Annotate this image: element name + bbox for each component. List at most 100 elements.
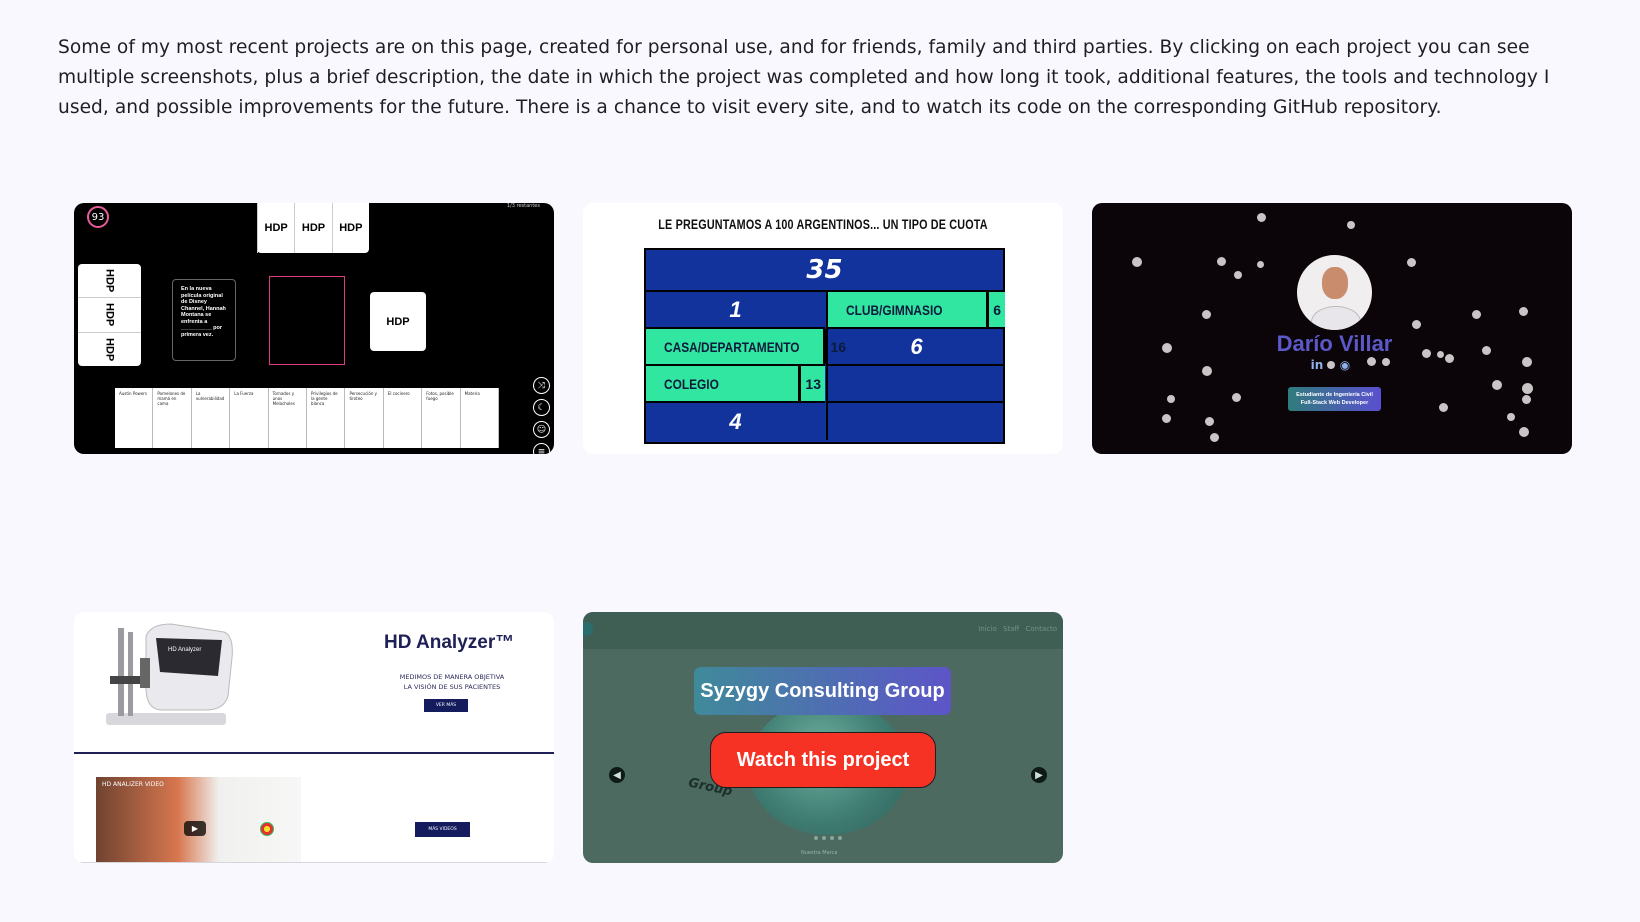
white-card: Pomelones de mamá en cama [153,388,192,448]
github-icon[interactable]: ◉ [1338,358,1352,372]
hdp-card: HDP [103,269,116,293]
white-card: Persecución y tiroteo [345,388,384,448]
play-icon[interactable]: ▶ [184,821,206,836]
hdp-card: HDP [78,297,141,331]
carousel-dot[interactable] [822,836,826,840]
white-card: Tornados y unos Melacholes [269,388,308,448]
carousel-dot[interactable] [830,836,834,840]
particle-dot [1522,395,1531,404]
particle-dot [1519,307,1528,316]
particle-dot [1407,258,1416,267]
video-thumbnail[interactable]: HD ANALIZER VIDEO ▶ [96,777,301,863]
role-badge: Estudiante de Ingeniería Civil Full-Stac… [1288,387,1381,411]
see-more-button[interactable]: VER MÁS [424,699,468,712]
board-cell: 6 [826,329,1005,366]
particle-dot [1347,221,1355,229]
answer-label: COLEGIO [664,375,719,392]
divider [74,752,554,754]
hdp-card: HDP [370,292,426,351]
particle-dot [1492,380,1502,390]
hand-cards: Austin Powers Pomelones de mamá en cama … [115,388,500,448]
white-card: El cocinero [384,388,423,448]
divider [74,862,554,863]
particle-dot [1439,403,1448,412]
answer-points: 13 [798,366,825,401]
subtitle-line: MEDIMOS DE MANERA OBJETIVA [399,673,505,681]
project-card-feud[interactable]: LE PREGUNTAMOS A 100 ARGENTINOS... UN TI… [583,203,1063,454]
moon-icon: ☾ [533,399,550,416]
answer-board: 35 1 CASA/DEPARTAMENTO 16 COLEGIO 13 4 C… [644,248,1005,444]
top-cards: HDP HDP HDP [257,203,369,253]
answer-points: 6 [986,292,1005,327]
particle-dot [1519,427,1529,437]
score: 35 [646,250,1003,292]
board-cell-empty [826,403,1005,440]
particle-dot [1217,257,1226,266]
board-cell: 1 [646,292,825,329]
board-answer: COLEGIO 13 [646,366,825,403]
board-cell-empty [826,366,1005,403]
carousel-dot[interactable] [814,836,818,840]
hdp-card: HDP [78,331,141,366]
svg-text:HD Analyzer: HD Analyzer [168,647,201,653]
linkedin-icon[interactable]: in [1310,358,1324,372]
particle-dot [1257,213,1266,222]
black-card: En la nueva película original de Disney … [172,279,236,361]
robot-icon: ☺ [533,421,550,438]
prev-arrow-icon[interactable]: ◀ [609,767,625,783]
watch-project-button[interactable]: Watch this project [710,732,936,788]
answer-label: CASA/DEPARTAMENTO [664,338,800,355]
left-cards: HDP HDP HDP [78,264,141,366]
board-answer: CASA/DEPARTAMENTO 16 [646,329,846,366]
white-card: Privilegios de la gente blanca [307,388,346,448]
white-card: Materia [461,388,500,448]
particle-dot [1202,310,1211,319]
carousel-caption: Nuestra Marca [801,850,838,856]
project-card-portfolio[interactable]: Darío Villar in ◉ Estudiante de Ingenier… [1092,203,1572,454]
hdp-card: HDP [294,203,331,253]
counter-badge: 93 [87,206,109,228]
white-card: Fotos, posible fuego [422,388,461,448]
particle-dot [1202,366,1212,376]
particle-dot [1205,417,1214,426]
device-image: HD Analyzer [106,623,233,725]
project-card-syzygy[interactable]: Inicio Staff Contacto Group ◀ ▶ Nuestra … [583,612,1063,863]
social-links: in ◉ [1310,358,1352,372]
logo-icon [583,622,593,636]
target-icon [260,822,274,836]
remaining-text: 1/3 restantes [506,203,540,209]
more-videos-button[interactable]: MÁS VIDEOS [415,822,470,837]
particle-dot [1472,310,1481,319]
badge-line: Estudiante de Ingeniería Civil [1296,392,1373,398]
project-card-hdp[interactable]: 93 1/3 restantes HDP HDP HDP HDP HDP HDP… [74,203,554,454]
board-answer: CLUB/GIMNASIO 6 [826,292,1005,329]
particle-dot [1522,383,1533,394]
project-card-hd-analyzer[interactable]: HD Analyzer HD Analyzer™ MEDIMOS DE MANE… [74,612,554,863]
particle-dot [1412,320,1421,329]
shuffle-icon: ⤨ [533,377,550,394]
site-navbar: Inicio Staff Contacto [583,612,1063,649]
intro-text: Some of my most recent projects are on t… [58,37,1550,118]
particle-dot [1210,433,1219,442]
carousel-dots [814,836,842,840]
product-subtitle: MEDIMOS DE MANERA OBJETIVA LA VISIÓN DE … [387,672,517,692]
particle-dot [1382,358,1390,366]
hdp-card: HDP [257,203,294,253]
white-card: La Fuerza [230,388,269,448]
hdp-card: HDP [331,203,369,253]
menu-icon: ≡ [533,443,550,454]
particle-dot [1507,413,1515,421]
particle-dot [1234,271,1242,279]
card-slot [269,276,345,365]
side-icons: ⤨ ☾ ☺ ≡ [533,377,550,454]
next-arrow-icon[interactable]: ▶ [1031,767,1047,783]
particle-dot [1367,357,1376,366]
project-title-label: Syzygy Consulting Group [694,667,951,715]
answer-label: CLUB/GIMNASIO [846,301,943,318]
carousel-dot[interactable] [838,836,842,840]
profile-name: Darío Villar [1276,331,1393,356]
particle-dot [1132,257,1142,267]
particle-dot [1522,357,1532,367]
video-title: HD ANALIZER VIDEO [102,781,164,788]
badge-line: Full-Stack Web Developer [1300,400,1369,406]
